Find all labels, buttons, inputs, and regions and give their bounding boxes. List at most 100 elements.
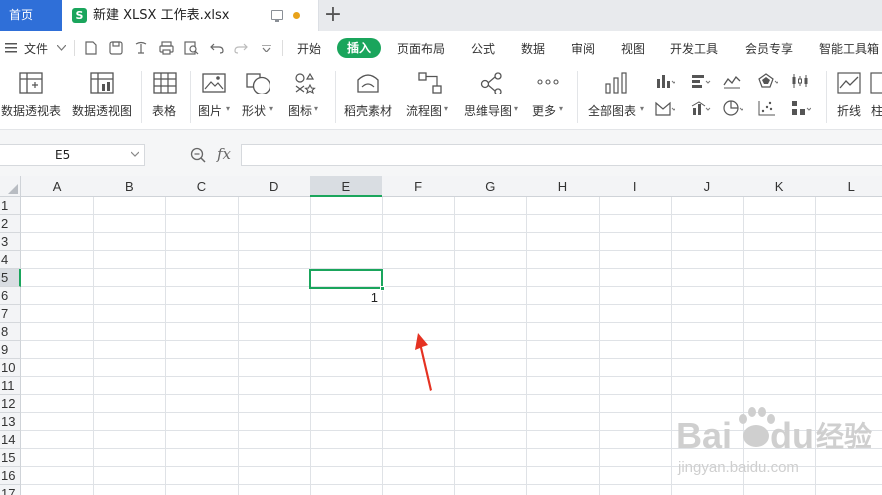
gridline-vertical [309,197,311,495]
cell-e6[interactable]: 1 [310,289,378,307]
pivot-table-button[interactable]: 数据透视表 [0,65,64,127]
menu-file[interactable]: 文件 [24,40,48,57]
scatter-chart-icon[interactable] [758,100,778,116]
shape-button[interactable]: 形状 ▾ [240,65,280,127]
gridline-horizontal [21,322,882,323]
menu-page-layout[interactable]: 页面布局 [397,40,445,57]
monitor-icon[interactable] [271,10,283,22]
menu-view[interactable]: 视图 [621,40,645,57]
row-header-4[interactable]: 4 [0,251,21,269]
bar-chart-icon[interactable] [691,73,711,89]
column-header-j[interactable]: J [670,176,744,197]
customize-toolbar-icon[interactable] [262,45,271,52]
histogram-chart-icon[interactable] [791,100,811,116]
chevron-down-icon[interactable] [131,150,139,158]
selected-cell-e5[interactable] [309,269,383,289]
ribbon: 数据透视表 数据透视图 表格 图片 ▾ 形状 ▾ 图标 ▾ 稻壳素材 流程图 ▾ [0,65,882,130]
row-header-1[interactable]: 1 [0,197,21,215]
stock-chart-icon[interactable] [791,73,811,89]
combo-chart-icon[interactable] [691,100,711,116]
flowchart-label: 流程图 [406,104,443,118]
sparkline-line-button[interactable]: 折线 [833,65,867,127]
table-button[interactable]: 表格 [147,65,185,127]
row-header-17[interactable]: 17 [0,485,21,495]
column-header-d[interactable]: D [237,176,311,197]
sparkline-column-button[interactable]: 柱 [870,65,882,127]
row-header-9[interactable]: 9 [0,341,21,359]
row-header-2[interactable]: 2 [0,215,21,233]
tab-home[interactable]: 首页 [0,0,62,31]
formula-input[interactable] [241,144,882,166]
print-preview-icon[interactable] [184,41,199,55]
menu-start[interactable]: 开始 [297,40,321,57]
undo-icon[interactable] [210,42,224,54]
column-header-h[interactable]: H [526,176,600,197]
menu-member[interactable]: 会员专享 [745,40,793,57]
print-icon[interactable] [159,41,174,55]
column-header-k[interactable]: K [743,176,817,197]
gridline-horizontal [21,250,882,251]
fill-handle[interactable] [380,286,385,291]
row-header-3[interactable]: 3 [0,233,21,251]
row-header-13[interactable]: 13 [0,413,21,431]
column-header-l[interactable]: L [815,176,882,197]
chevron-down-icon[interactable] [57,45,66,51]
mind-map-button[interactable]: 思维导图 ▾ [460,65,524,127]
picture-button[interactable]: 图片 ▾ [196,65,236,127]
svg-text:du: du [770,415,814,456]
row-header-11[interactable]: 11 [0,377,21,395]
pie-chart-icon[interactable] [723,100,743,116]
area-chart-icon[interactable] [655,100,675,116]
row-header-10[interactable]: 10 [0,359,21,377]
new-file-icon[interactable] [85,41,97,55]
dropdown-arrow-icon: ▾ [226,104,231,113]
redo-icon[interactable] [234,42,248,54]
row-header-12[interactable]: 12 [0,395,21,413]
dropdown-arrow-icon: ▾ [640,104,645,113]
row-header-15[interactable]: 15 [0,449,21,467]
row-header-5[interactable]: 5 [0,269,21,287]
dropdown-arrow-icon: ▾ [514,104,519,113]
column-header-i[interactable]: I [598,176,672,197]
row-header-8[interactable]: 8 [0,323,21,341]
save-icon[interactable] [109,41,123,55]
watermark-url: jingyan.baidu.com [677,459,799,476]
column-header-a[interactable]: A [21,176,95,197]
line-chart-icon[interactable] [723,73,743,89]
format-painter-icon[interactable] [134,41,148,55]
tab-document[interactable]: S 新建 XLSX 工作表.xlsx [62,0,319,31]
column-header-e[interactable]: E [309,176,383,197]
column-chart-icon[interactable] [655,73,675,89]
column-header-g[interactable]: G [454,176,528,197]
unsaved-dot-icon [293,12,300,19]
ribbon-divider [190,71,191,123]
all-charts-button[interactable]: 全部图表 ▾ [584,65,650,127]
ribbon-divider [141,71,142,123]
menu-data[interactable]: 数据 [521,40,545,57]
gridline-horizontal [21,304,882,305]
hamburger-icon[interactable] [5,43,17,53]
column-header-f[interactable]: F [382,176,456,197]
row-header-16[interactable]: 16 [0,467,21,485]
column-header-b[interactable]: B [93,176,167,197]
select-all-corner[interactable] [0,176,21,197]
menu-insert[interactable]: 插入 [337,38,381,58]
menu-review[interactable]: 审阅 [571,40,595,57]
menu-formula[interactable]: 公式 [471,40,495,57]
row-header-6[interactable]: 6 [0,287,21,305]
column-header-c[interactable]: C [165,176,239,197]
flowchart-button[interactable]: 流程图 ▾ [402,65,456,127]
pivot-chart-button[interactable]: 数据透视图 [70,65,134,127]
docer-material-button[interactable]: 稻壳素材 [340,65,396,127]
radar-chart-icon[interactable] [758,73,778,89]
insert-function-button[interactable]: fx [217,145,231,163]
menu-smart-toolbox[interactable]: 智能工具箱 [819,40,879,57]
menu-developer[interactable]: 开发工具 [670,40,718,57]
icon-button[interactable]: 图标 ▾ [284,65,330,127]
row-header-14[interactable]: 14 [0,431,21,449]
more-button[interactable]: 更多 ▾ [528,65,568,127]
name-box[interactable]: E5 [0,144,145,166]
zoom-icon[interactable] [190,147,206,163]
row-header-7[interactable]: 7 [0,305,21,323]
new-tab-button[interactable]: + [323,4,343,26]
